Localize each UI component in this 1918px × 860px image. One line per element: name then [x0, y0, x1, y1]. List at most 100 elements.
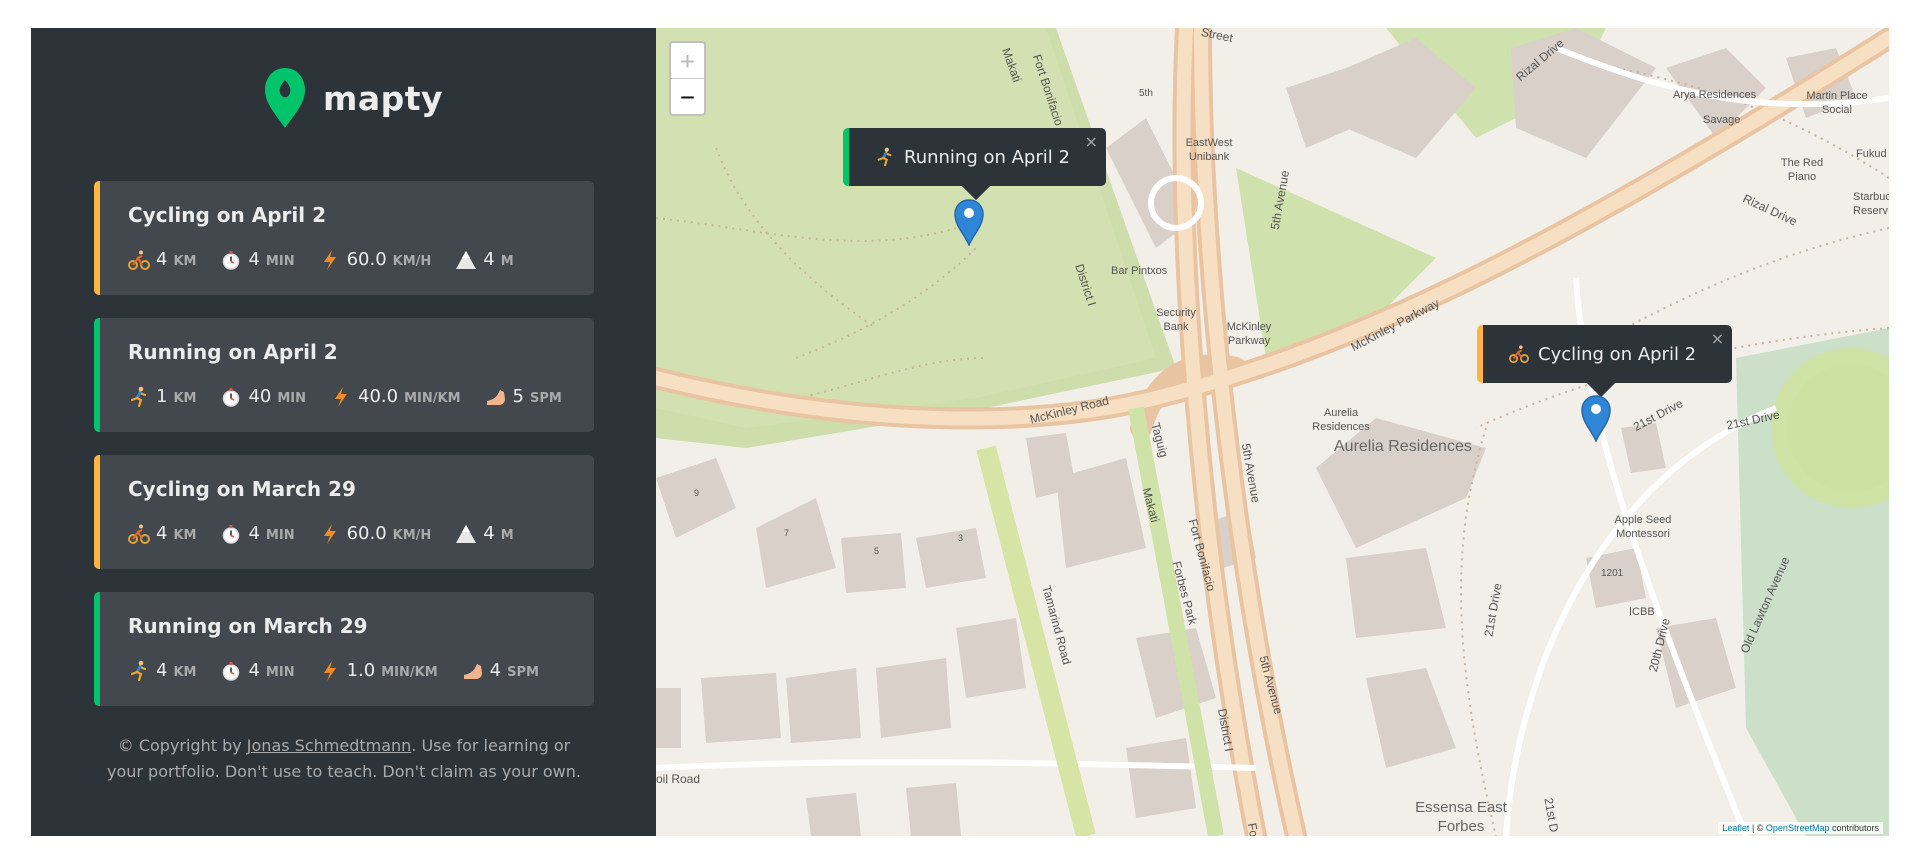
map[interactable]: Street Rizal Drive Rizal Drive Makati Fo… — [656, 28, 1889, 836]
close-icon[interactable]: × — [1085, 132, 1098, 151]
map-label-savage: Savage — [1703, 114, 1741, 126]
logo-text: mapty — [323, 78, 444, 118]
lightning-icon — [319, 660, 341, 682]
leaflet-link[interactable]: Leaflet — [1722, 823, 1749, 833]
stat-pace: 1.0 MIN/KM — [319, 660, 438, 682]
zoom-in-button[interactable]: + — [671, 43, 704, 78]
map-label-9: 9 — [694, 488, 700, 498]
attribution-separator: | © — [1749, 823, 1766, 833]
map-label-5th: 5th — [1139, 88, 1153, 99]
workout-item[interactable]: Cycling on March 29 4 KM 4 MIN 60.0 KM/H… — [94, 455, 594, 569]
runner-icon — [128, 386, 150, 408]
map-label-mckinley-parkway-stop: McKinley Parkway — [1226, 321, 1272, 347]
workout-popup[interactable]: Cycling on April 2 × — [1477, 325, 1733, 398]
stat-duration: 4 MIN — [220, 660, 295, 682]
stat-value: 4 — [483, 523, 495, 544]
stat-duration: 4 MIN — [220, 249, 295, 271]
stat-value: 60.0 — [346, 249, 387, 270]
map-label-eastwest: EastWest Unibank — [1185, 137, 1233, 163]
sidebar: mapty Cycling on April 2 4 KM 4 MIN 60.0… — [31, 28, 656, 836]
stat-value: 1.0 — [346, 660, 376, 681]
runner-icon — [128, 660, 150, 682]
stat-distance: 4 KM — [128, 523, 196, 545]
stat-unit: SPM — [507, 665, 539, 680]
map-label-bar-pintxos: Bar Pintxos — [1111, 265, 1168, 277]
stat-value: 4 — [248, 523, 260, 544]
stat-unit: MIN/KM — [381, 665, 438, 680]
stat-value: 40 — [248, 386, 272, 407]
workout-stats: 4 KM 4 MIN 60.0 KM/H 4 M — [128, 521, 514, 547]
map-label-oil-road: oil Road — [656, 772, 701, 786]
runner-icon — [875, 147, 895, 167]
osm-link[interactable]: OpenStreetMap — [1766, 823, 1830, 833]
map-label-aurelia-residences: Aurelia Residences — [1334, 438, 1472, 455]
map-label-aurelia-residences-stop: Aurelia Residences — [1312, 407, 1370, 433]
map-label-red-piano: The Red Piano — [1780, 157, 1824, 183]
mountain-icon — [455, 523, 477, 545]
map-label-essensa: Essensa East Forbes — [1415, 799, 1507, 835]
lightning-icon — [330, 386, 352, 408]
stopwatch-icon — [220, 660, 242, 682]
stat-unit: MIN — [265, 528, 295, 543]
cyclist-icon — [1509, 344, 1529, 364]
stat-duration: 40 MIN — [220, 386, 306, 408]
map-label-martin-place: Martin Place Social — [1806, 90, 1868, 116]
workout-stats: 1 KM 40 MIN 40.0 MIN/KM 5 SPM — [128, 384, 562, 410]
workout-item[interactable]: Running on March 29 4 KM 4 MIN 1.0 MIN/K… — [94, 592, 594, 706]
map-label-arya: Arya Residences — [1673, 89, 1757, 101]
stat-value: 4 — [248, 249, 260, 270]
stat-value: 5 — [512, 386, 524, 407]
map-label-icbb: ICBB — [1629, 606, 1655, 618]
workout-stats: 4 KM 4 MIN 60.0 KM/H 4 M — [128, 247, 514, 273]
stat-distance: 1 KM — [128, 386, 196, 408]
stat-value: 4 — [156, 523, 168, 544]
map-label-5: 5 — [874, 546, 880, 556]
stat-cadence: 4 SPM — [462, 660, 539, 682]
copyright-prefix: © Copyright by — [117, 736, 247, 755]
stat-elevation: 4 M — [455, 523, 514, 545]
stat-unit: KM — [173, 665, 197, 680]
stat-elevation: 4 M — [455, 249, 514, 271]
lightning-icon — [319, 249, 341, 271]
zoom-control: + − — [669, 41, 706, 116]
stat-unit: KM — [173, 254, 197, 269]
stat-unit: KM/H — [392, 528, 432, 543]
stat-value: 4 — [489, 660, 502, 681]
workout-item[interactable]: Running on April 2 1 KM 40 MIN 40.0 MIN/… — [94, 318, 594, 432]
stat-unit: KM — [173, 528, 197, 543]
stat-unit: KM/H — [392, 254, 432, 269]
stat-pace: 40.0 MIN/KM — [330, 386, 461, 408]
lightning-icon — [319, 523, 341, 545]
cyclist-icon — [128, 523, 150, 545]
author-link[interactable]: Jonas Schmedtmann — [247, 736, 412, 755]
popup-label: Cycling on April 2 — [1538, 343, 1697, 365]
stat-value: 4 — [156, 660, 168, 681]
attribution-suffix: contributors — [1829, 823, 1879, 833]
stat-speed: 60.0 KM/H — [319, 523, 432, 545]
stat-value: 1 — [156, 386, 168, 407]
popup-label: Running on April 2 — [904, 146, 1070, 168]
stopwatch-icon — [220, 523, 242, 545]
map-label-fukuda: Fukud — [1856, 148, 1887, 160]
close-icon[interactable]: × — [1711, 329, 1724, 348]
stat-unit: KM — [173, 391, 197, 406]
workout-title: Running on April 2 — [128, 340, 338, 364]
workout-title: Cycling on March 29 — [128, 477, 356, 501]
workout-item[interactable]: Cycling on April 2 4 KM 4 MIN 60.0 KM/H … — [94, 181, 594, 295]
map-marker-icon[interactable] — [1580, 394, 1612, 442]
workout-popup[interactable]: Running on April 2 × — [843, 128, 1106, 201]
zoom-out-button[interactable]: − — [671, 79, 704, 114]
map-label-security-bank: Security Bank — [1156, 307, 1196, 333]
stopwatch-icon — [220, 249, 242, 271]
workout-stats: 4 KM 4 MIN 1.0 MIN/KM 4 SPM — [128, 658, 539, 684]
map-marker-icon[interactable] — [953, 198, 985, 246]
stat-unit: M — [500, 254, 514, 269]
map-label-fo: Fo — [1244, 821, 1262, 836]
mountain-icon — [455, 249, 477, 271]
stat-unit: SPM — [529, 391, 562, 406]
stat-distance: 4 KM — [128, 660, 196, 682]
map-label-3: 3 — [958, 533, 964, 543]
stat-value: 4 — [248, 660, 260, 681]
map-label-7: 7 — [784, 528, 790, 538]
stat-unit: M — [500, 528, 514, 543]
